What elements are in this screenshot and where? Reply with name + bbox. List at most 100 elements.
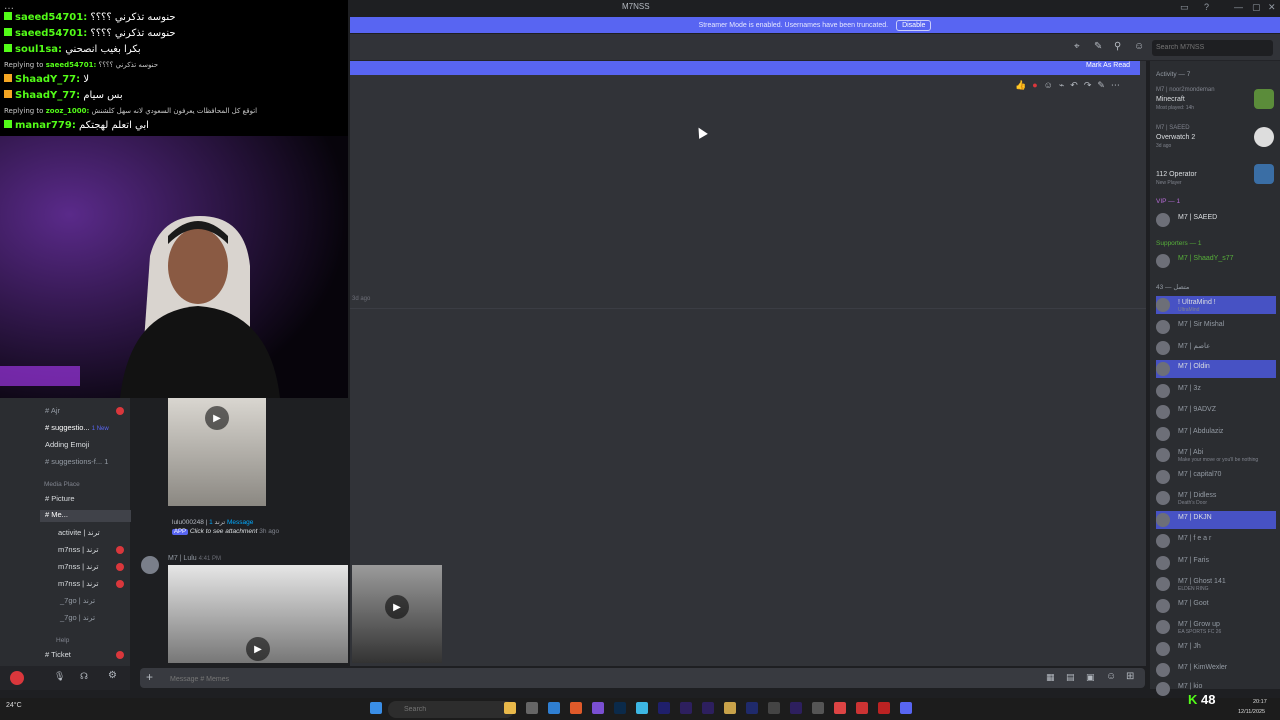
after-effects-icon[interactable] (680, 702, 692, 714)
app-icon[interactable] (812, 702, 824, 714)
channel-item[interactable]: m7nss | ترند (58, 545, 98, 554)
channel-item[interactable]: activite | ترند (58, 528, 100, 537)
channel-item[interactable]: # suggestions-f... 1 (45, 457, 108, 466)
activity-card[interactable]: M7 | SAEED Overwatch 2 3d ago (1156, 125, 1276, 165)
edit-icon[interactable]: ✎ (1097, 80, 1105, 92)
visual-studio-icon[interactable] (592, 702, 604, 714)
channel-item[interactable]: # Ajr (45, 406, 60, 415)
channel-item[interactable]: _7go | ترند (60, 613, 95, 622)
apps-icon[interactable]: ⊞ (1126, 671, 1134, 682)
member-item[interactable]: M7 | عاصم (1156, 339, 1276, 357)
app-icon[interactable] (834, 702, 846, 714)
app-icon[interactable] (768, 702, 780, 714)
avatar[interactable] (10, 671, 24, 685)
member-item[interactable]: M7 | capital70 (1156, 468, 1276, 486)
clock-time[interactable]: 20:17 (1253, 699, 1267, 705)
premiere-icon[interactable] (790, 702, 802, 714)
activity-card[interactable]: 112 Operator New Player (1156, 162, 1276, 202)
app-icon[interactable] (636, 702, 648, 714)
settings-icon[interactable]: ⚙ (108, 670, 117, 681)
vscode-icon[interactable] (548, 702, 560, 714)
audition-icon[interactable] (746, 702, 758, 714)
activity-card[interactable]: M7 | noor2mondeman Minecraft Most played… (1156, 87, 1276, 127)
channel-item[interactable]: # Picture (45, 494, 75, 503)
member-item[interactable]: M7 | Sir Mishal (1156, 318, 1276, 336)
threads-icon[interactable]: ⌖ (1074, 41, 1080, 52)
headphones-icon[interactable]: ☊ (80, 671, 88, 682)
store-icon[interactable] (526, 702, 538, 714)
category-media[interactable]: Media Place (44, 481, 80, 488)
member-item[interactable]: M7 | KimWexler (1156, 661, 1276, 679)
member-item[interactable]: M7 | Grow up EA SPORTS FC 26 (1156, 618, 1276, 636)
forward-icon[interactable]: ↷ (1084, 80, 1092, 92)
channel-item[interactable]: m7nss | ترند (58, 579, 98, 588)
mute-icon[interactable]: ✎ (1094, 41, 1102, 52)
member-item[interactable]: M7 | Didless Death's Door (1156, 489, 1276, 507)
pin-icon[interactable]: ⚲ (1114, 41, 1121, 52)
attachment-reply[interactable]: APP Click to see attachment 3h ago (172, 528, 279, 535)
maximize-icon[interactable]: ▢ (1252, 2, 1261, 13)
message-input[interactable] (168, 670, 472, 688)
member-item[interactable]: M7 | Abdulaziz (1156, 425, 1276, 443)
play-icon[interactable]: ▶ (385, 595, 409, 619)
gift-icon[interactable]: ▦ (1046, 672, 1055, 683)
video-attachment[interactable]: ▶ (168, 565, 348, 663)
channel-item[interactable]: # Ticket (45, 650, 71, 659)
microphone-icon[interactable]: 🎙 (54, 671, 65, 682)
member-item[interactable]: M7 | DKJN (1156, 511, 1276, 529)
member-item[interactable]: M7 | f e a r (1156, 532, 1276, 550)
member-item[interactable]: M7 | Ghost 141 ELDEN RING (1156, 575, 1276, 593)
taskbar-search-input[interactable] (388, 701, 514, 718)
play-icon[interactable]: ▶ (205, 406, 229, 430)
member-item[interactable]: M7 | ShaadY_s77 (1156, 252, 1276, 270)
member-item[interactable]: M7 | Faris (1156, 554, 1276, 572)
members-icon[interactable]: ☺ (1134, 41, 1144, 52)
clock-date[interactable]: 12/11/2025 (1238, 709, 1265, 715)
mark-as-read-button[interactable]: Mark As Read (1086, 62, 1130, 69)
unread-bar[interactable] (350, 61, 1140, 75)
channel-item[interactable]: _7go | ترند (60, 596, 95, 605)
emoji-icon[interactable]: ☺ (1106, 671, 1116, 682)
heart-icon[interactable]: ● (1032, 80, 1037, 92)
message-author[interactable]: M7 | Lulu 4:41 PM (168, 555, 221, 562)
thread-icon[interactable]: ⌁ (1059, 80, 1064, 92)
file-explorer-icon[interactable] (504, 702, 516, 714)
sticker-icon[interactable]: ▣ (1086, 672, 1095, 683)
audition-icon[interactable] (658, 702, 670, 714)
avatar[interactable] (141, 556, 159, 574)
emoji-icon[interactable]: ☺ (1044, 80, 1053, 92)
member-item[interactable]: ! UltraMind ! UltraMind (1156, 296, 1276, 314)
member-item[interactable]: M7 | 3z (1156, 382, 1276, 400)
app-icon[interactable] (724, 702, 736, 714)
gif-icon[interactable]: ▤ (1066, 672, 1075, 683)
reply-icon[interactable]: ↶ (1070, 80, 1078, 92)
member-item[interactable]: M7 | Jh (1156, 640, 1276, 658)
channel-item[interactable]: # suggestio... 1 New (45, 423, 109, 432)
windows-start-icon[interactable] (370, 702, 382, 714)
member-item[interactable]: M7 | Goot (1156, 597, 1276, 615)
minimize-icon[interactable]: — (1234, 2, 1243, 12)
play-icon[interactable]: ▶ (246, 637, 270, 661)
member-item[interactable]: M7 | 9ADVZ (1156, 403, 1276, 421)
reaction-icon[interactable]: 👍 (1015, 80, 1026, 92)
channel-item[interactable]: Adding Emoji (45, 440, 89, 449)
media-encoder-icon[interactable] (702, 702, 714, 714)
video-attachment[interactable]: ▶ (168, 398, 266, 506)
photoshop-icon[interactable] (614, 702, 626, 714)
channel-item-active[interactable]: # Me... (40, 510, 131, 522)
disable-streamer-button[interactable]: Disable (896, 19, 932, 31)
member-item[interactable]: M7 | SAEED (1156, 211, 1276, 229)
help-icon[interactable]: ? (1204, 2, 1209, 12)
member-item[interactable]: M7 | Oldin (1156, 360, 1276, 378)
search-input[interactable] (1152, 40, 1273, 56)
category-help[interactable]: Help (56, 637, 69, 644)
add-attachment-icon[interactable]: + (146, 670, 153, 684)
opera-icon[interactable] (856, 702, 868, 714)
inbox-icon[interactable]: ▭ (1180, 2, 1189, 13)
video-attachment[interactable]: ▶ (352, 565, 442, 663)
close-icon[interactable]: ✕ (1268, 2, 1276, 13)
channel-item[interactable]: m7nss | ترند (58, 562, 98, 571)
more-icon[interactable]: ⋯ (1111, 80, 1120, 92)
thread-summary[interactable]: lulu000248 | ترند 1 Message (172, 518, 253, 526)
weather-widget[interactable]: 24°C (6, 702, 22, 709)
